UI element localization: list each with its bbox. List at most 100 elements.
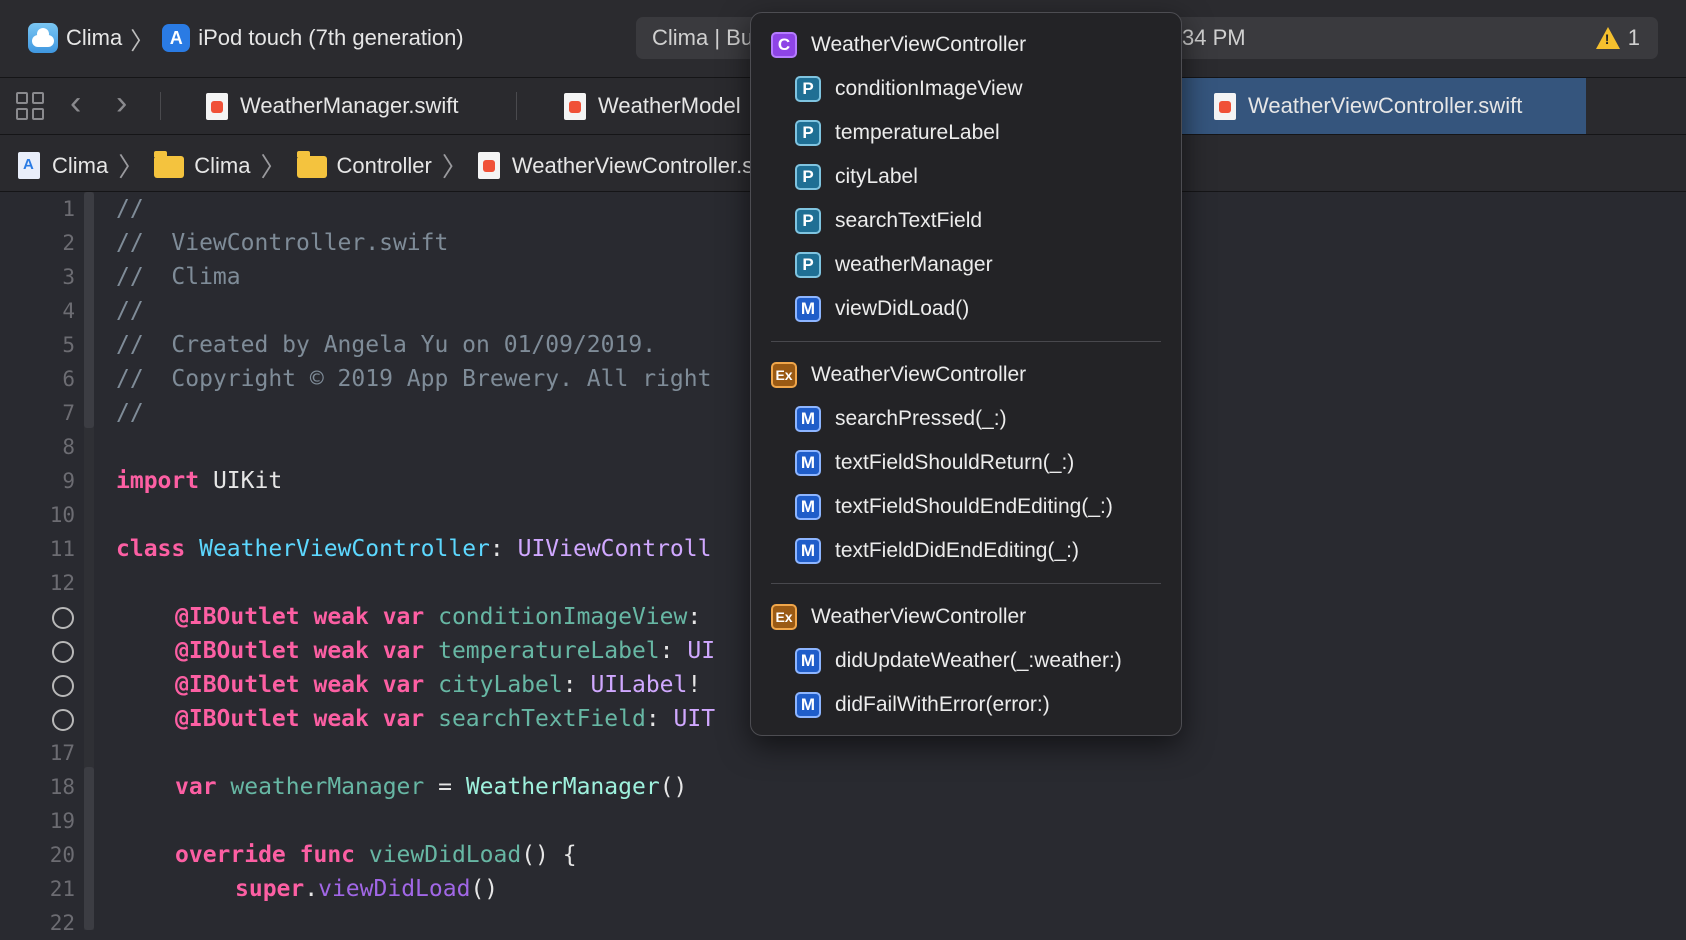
- code-text: override func viewDidLoad() {: [175, 842, 577, 868]
- outlet-connection-icon[interactable]: [52, 709, 74, 731]
- folder-icon: [154, 150, 185, 178]
- code-text: //: [116, 196, 144, 222]
- menu-item-label: didUpdateWeather(_:weather:): [835, 649, 1122, 672]
- line-number: 1: [62, 197, 75, 221]
- menu-item-extension[interactable]: Ex WeatherViewController: [771, 357, 1026, 393]
- activity-time: 34 PM: [1182, 25, 1246, 50]
- related-items-icon[interactable]: [16, 92, 44, 120]
- code-text: super.viewDidLoad(): [235, 876, 499, 902]
- chevron-right-icon: 〉: [118, 152, 145, 182]
- breadcrumb-group[interactable]: Controller: [337, 153, 432, 179]
- menu-item-method[interactable]: MdidFailWithError(error:): [795, 687, 1050, 723]
- swift-file-icon: [206, 92, 228, 120]
- menu-item-property[interactable]: PweatherManager: [795, 247, 993, 283]
- method-icon: M: [795, 406, 821, 432]
- swift-file-icon: [477, 152, 500, 179]
- chevron-right-icon: 〉: [260, 152, 287, 182]
- menu-item-property[interactable]: PtemperatureLabel: [795, 115, 1000, 151]
- property-icon: P: [795, 76, 821, 102]
- tab-weatherviewcontroller[interactable]: WeatherViewController.swift: [1182, 78, 1586, 134]
- menu-item-method[interactable]: MdidUpdateWeather(_:weather:): [795, 643, 1122, 679]
- menu-item-property[interactable]: PcityLabel: [795, 159, 918, 195]
- menu-item-property[interactable]: PsearchTextField: [795, 203, 982, 239]
- menu-item-label: viewDidLoad(): [835, 297, 970, 320]
- extension-icon: Ex: [771, 362, 797, 388]
- code-text: class WeatherViewController: UIViewContr…: [116, 536, 712, 562]
- project-icon: [18, 152, 40, 179]
- chevron-right-icon[interactable]: ›: [116, 84, 127, 123]
- code-text: var weatherManager = WeatherManager(): [175, 774, 688, 800]
- menu-item-method[interactable]: MviewDidLoad(): [795, 291, 969, 327]
- breadcrumb-file[interactable]: WeatherViewController.swi: [512, 153, 774, 179]
- property-icon: P: [795, 208, 821, 234]
- code-text: @IBOutlet weak var cityLabel: UILabel!: [175, 672, 702, 698]
- warning-indicator[interactable]: 1: [1595, 25, 1640, 51]
- chevron-left-icon[interactable]: ‹: [70, 84, 81, 123]
- swift-file-icon: [564, 92, 586, 120]
- menu-item-extension[interactable]: Ex WeatherViewController: [771, 599, 1026, 635]
- chevron-right-icon: 〉: [130, 27, 155, 55]
- line-number: 6: [62, 367, 75, 391]
- extension-icon: Ex: [771, 604, 797, 630]
- line-number: 12: [49, 571, 75, 595]
- menu-item-label: textFieldShouldEndEditing(_:): [835, 495, 1113, 518]
- code-text: // ViewController.swift: [116, 230, 449, 256]
- code-text: // Clima: [116, 264, 241, 290]
- device-icon: A: [162, 24, 191, 52]
- code-text: // Created by Angela Yu on 01/09/2019.: [116, 332, 657, 358]
- class-icon: C: [771, 32, 797, 58]
- chevron-right-icon: 〉: [441, 152, 468, 182]
- line-number: 20: [49, 843, 75, 867]
- code-text: //: [116, 400, 144, 426]
- outlet-connection-icon[interactable]: [52, 675, 74, 697]
- breadcrumb-group[interactable]: Clima: [194, 153, 250, 179]
- property-icon: P: [795, 120, 821, 146]
- code-text: @IBOutlet weak var searchTextField: UIT: [175, 706, 716, 732]
- line-number: 7: [62, 401, 75, 425]
- line-number: 8: [62, 435, 75, 459]
- property-icon: P: [795, 252, 821, 278]
- code-text: @IBOutlet weak var temperatureLabel: UI: [175, 638, 716, 664]
- menu-item-method[interactable]: MsearchPressed(_:): [795, 401, 1007, 437]
- method-icon: M: [795, 494, 821, 520]
- menu-item-label: searchTextField: [835, 209, 983, 232]
- scheme-selector[interactable]: Clima 〉 A iPod touch (7th generation): [28, 20, 464, 56]
- method-icon: M: [795, 450, 821, 476]
- property-icon: P: [795, 164, 821, 190]
- code-text: @IBOutlet weak var conditionImageView:: [175, 604, 716, 630]
- method-icon: M: [795, 538, 821, 564]
- line-number: 22: [49, 911, 75, 935]
- menu-item-label: WeatherViewController: [811, 363, 1027, 386]
- method-icon: M: [795, 692, 821, 718]
- menu-item-class[interactable]: C WeatherViewController: [771, 27, 1026, 63]
- folder-icon: [296, 150, 327, 178]
- tab-weathermodel[interactable]: WeatherModel: [564, 78, 741, 134]
- menu-divider: [771, 341, 1161, 342]
- breadcrumb: Clima 〉 Clima 〉 Controller 〉 WeatherView…: [18, 147, 774, 184]
- outlet-connection-icon[interactable]: [52, 641, 74, 663]
- line-number: 5: [62, 333, 75, 357]
- menu-item-method[interactable]: MtextFieldShouldEndEditing(_:): [795, 489, 1113, 525]
- code-text: import UIKit: [116, 468, 283, 494]
- menu-item-method[interactable]: MtextFieldDidEndEditing(_:): [795, 533, 1079, 569]
- scheme-device-label: iPod touch (7th generation): [198, 25, 464, 50]
- divider: [160, 92, 161, 120]
- menu-item-label: temperatureLabel: [835, 121, 1000, 144]
- line-number: 9: [62, 469, 75, 493]
- line-number: 18: [49, 775, 75, 799]
- menu-item-label: searchPressed(_:): [835, 407, 1007, 430]
- outlet-connection-icon[interactable]: [52, 607, 74, 629]
- breadcrumb-project[interactable]: Clima: [52, 153, 108, 179]
- menu-item-property[interactable]: PconditionImageView: [795, 71, 1023, 107]
- swift-file-icon: [1214, 92, 1236, 120]
- code-text: // Copyright © 2019 App Brewery. All rig…: [116, 366, 712, 392]
- fold-marker[interactable]: [84, 192, 94, 428]
- fold-marker[interactable]: [84, 767, 94, 930]
- menu-item-method[interactable]: MtextFieldShouldReturn(_:): [795, 445, 1074, 481]
- line-number: 21: [49, 877, 75, 901]
- tab-label: WeatherManager.swift: [240, 93, 459, 118]
- code-text: //: [116, 298, 144, 324]
- line-number: 3: [62, 265, 75, 289]
- menu-item-label: WeatherViewController: [811, 33, 1027, 56]
- tab-weathermanager[interactable]: WeatherManager.swift: [206, 78, 458, 134]
